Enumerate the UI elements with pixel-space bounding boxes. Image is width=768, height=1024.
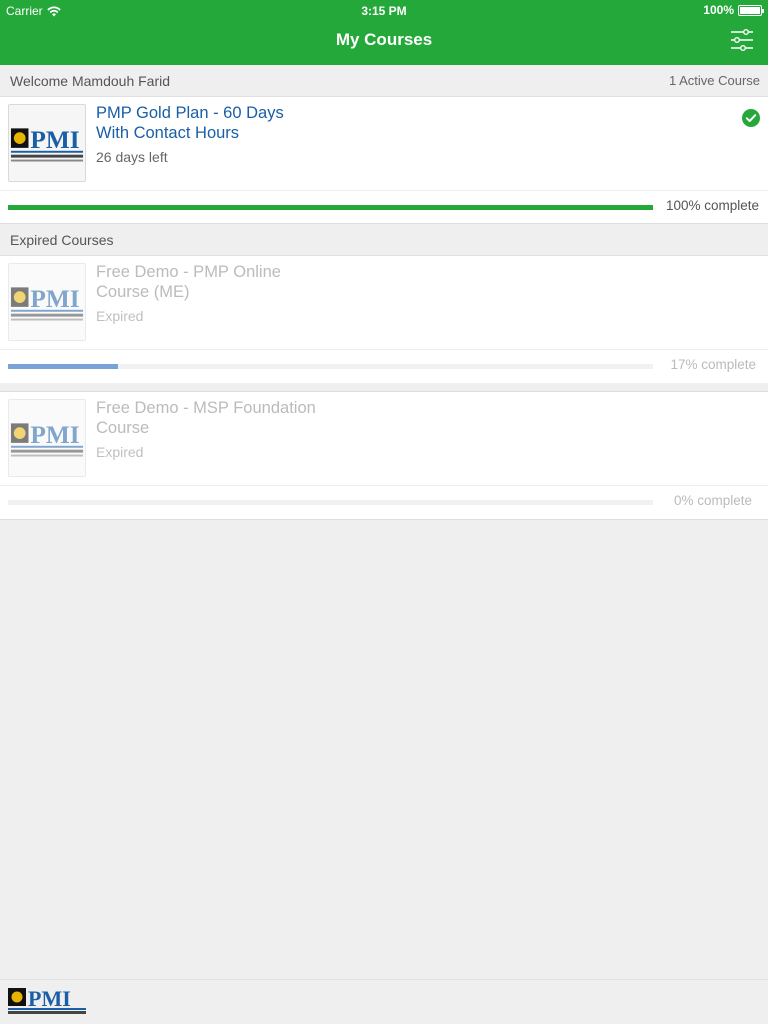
progress-bar — [8, 205, 653, 210]
progress-label: 100% complete — [665, 198, 759, 213]
svg-text:PMI: PMI — [30, 285, 79, 313]
footer: PMI — [0, 979, 768, 1024]
progress-bar — [8, 364, 653, 369]
welcome-text: Welcome Mamdouh Farid — [10, 73, 171, 89]
pmi-logo-icon: PMI — [10, 285, 84, 321]
course-title[interactable]: Free Demo - MSP Foundation Course — [96, 398, 316, 438]
progress-fill — [8, 205, 653, 210]
check-circle-icon — [742, 109, 760, 127]
svg-text:PMI: PMI — [28, 986, 71, 1011]
course-card-expired-2[interactable]: PMI Free Demo - MSP Foundation Course Ex… — [0, 391, 768, 520]
course-status: Expired — [96, 308, 144, 324]
expired-section-title: Expired Courses — [10, 232, 114, 248]
svg-text:PMI: PMI — [30, 126, 79, 154]
course-title[interactable]: PMP Gold Plan - 60 Days With Contact Hou… — [96, 103, 306, 143]
app-header: Carrier 3:15 PM 100% My Courses — [0, 0, 768, 65]
expired-section-header: Expired Courses — [0, 224, 768, 256]
svg-text:PMI: PMI — [30, 421, 79, 449]
page-title: My Courses — [335, 30, 433, 49]
course-card-active[interactable]: PMI PMP Gold Plan - 60 Days With Contact… — [0, 97, 768, 224]
battery-group: 100% — [703, 3, 764, 17]
pmi-logo-icon: PMI — [10, 421, 84, 457]
pmi-logo-icon: PMI — [10, 126, 84, 162]
course-logo: PMI — [8, 104, 86, 182]
course-status: Expired — [96, 444, 144, 460]
progress-bar — [8, 500, 653, 505]
progress-label: 17% complete — [670, 357, 756, 372]
course-title[interactable]: Free Demo - PMP Online Course (ME) — [96, 262, 316, 302]
active-section-header: Welcome Mamdouh Farid 1 Active Course — [0, 65, 768, 97]
battery-icon — [738, 4, 764, 16]
course-card-expired-1[interactable]: PMI Free Demo - PMP Online Course (ME) E… — [0, 256, 768, 384]
course-logo: PMI — [8, 399, 86, 477]
battery-label: 100% — [703, 3, 734, 17]
progress-label: 0% complete — [673, 493, 752, 508]
pmi-logo-icon: PMI — [8, 986, 86, 1014]
course-days-left: 26 days left — [96, 149, 168, 165]
course-logo: PMI — [8, 263, 86, 341]
progress-fill — [8, 364, 118, 369]
clock: 3:15 PM — [361, 4, 407, 18]
sliders-icon[interactable] — [730, 29, 754, 51]
status-bar: Carrier 3:15 PM 100% — [0, 0, 768, 20]
active-course-count: 1 Active Course — [668, 73, 760, 88]
